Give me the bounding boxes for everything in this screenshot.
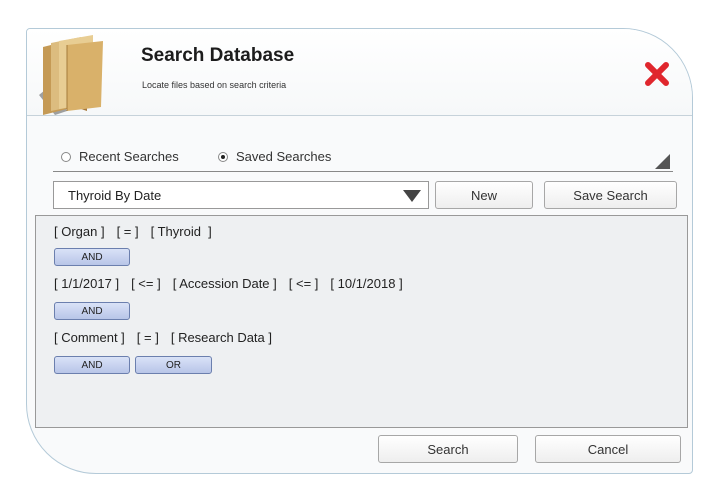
saved-search-select[interactable]: Thyroid By Date [53, 181, 429, 209]
criteria-operator: [ = ] [116, 224, 139, 239]
search-button[interactable]: Search [378, 435, 518, 463]
and-button[interactable]: AND [54, 356, 130, 374]
criteria-field: [ Comment ] [54, 330, 125, 345]
criteria-row-organ[interactable]: [ Organ ] [ = ] [ Thyroid ] [54, 224, 224, 239]
criteria-panel: [ Organ ] [ = ] [ Thyroid ] AND [ 1/1/20… [35, 215, 688, 428]
recent-searches-label: Recent Searches [79, 149, 179, 164]
radio-unchecked-icon [61, 151, 71, 162]
or-button[interactable]: OR [135, 356, 212, 374]
tabs-divider [53, 171, 673, 172]
criteria-high-value: [ 10/1/2018 ] [330, 276, 403, 291]
recent-searches-radio[interactable]: Recent Searches [61, 149, 179, 164]
dropdown-arrow-icon[interactable] [403, 190, 421, 202]
criteria-field: [ Accession Date ] [172, 276, 277, 291]
criteria-row-comment[interactable]: [ Comment ] [ = ] [ Research Data ] [54, 330, 284, 345]
corner-triangle-icon [655, 154, 670, 169]
criteria-value: [ Research Data ] [170, 330, 272, 345]
criteria-row-accession-date[interactable]: [ 1/1/2017 ] [ <= ] [ Accession Date ] [… [54, 276, 415, 291]
criteria-value: [ Thyroid ] [150, 224, 212, 239]
dialog-header: Search Database Locate files based on se… [27, 29, 692, 115]
folder-icon [37, 33, 109, 115]
header-divider [27, 115, 692, 116]
new-button[interactable]: New [435, 181, 533, 209]
close-icon[interactable] [642, 59, 672, 89]
saved-searches-radio[interactable]: Saved Searches [218, 149, 331, 164]
saved-searches-label: Saved Searches [236, 149, 332, 164]
and-button[interactable]: AND [54, 302, 130, 320]
criteria-operator: [ <= ] [131, 276, 161, 291]
criteria-operator: [ <= ] [288, 276, 319, 291]
criteria-low-value: [ 1/1/2017 ] [54, 276, 120, 291]
criteria-field: [ Organ ] [54, 224, 105, 239]
radio-checked-icon [218, 151, 228, 162]
criteria-operator: [ = ] [136, 330, 159, 345]
and-button[interactable]: AND [54, 248, 130, 266]
save-search-button[interactable]: Save Search [544, 181, 677, 209]
search-database-dialog: Search Database Locate files based on se… [26, 28, 693, 474]
dialog-subtitle: Locate files based on search criteria [142, 80, 287, 90]
cancel-button[interactable]: Cancel [535, 435, 681, 463]
dialog-title: Search Database [141, 45, 295, 66]
saved-search-value: Thyroid By Date [68, 188, 162, 203]
